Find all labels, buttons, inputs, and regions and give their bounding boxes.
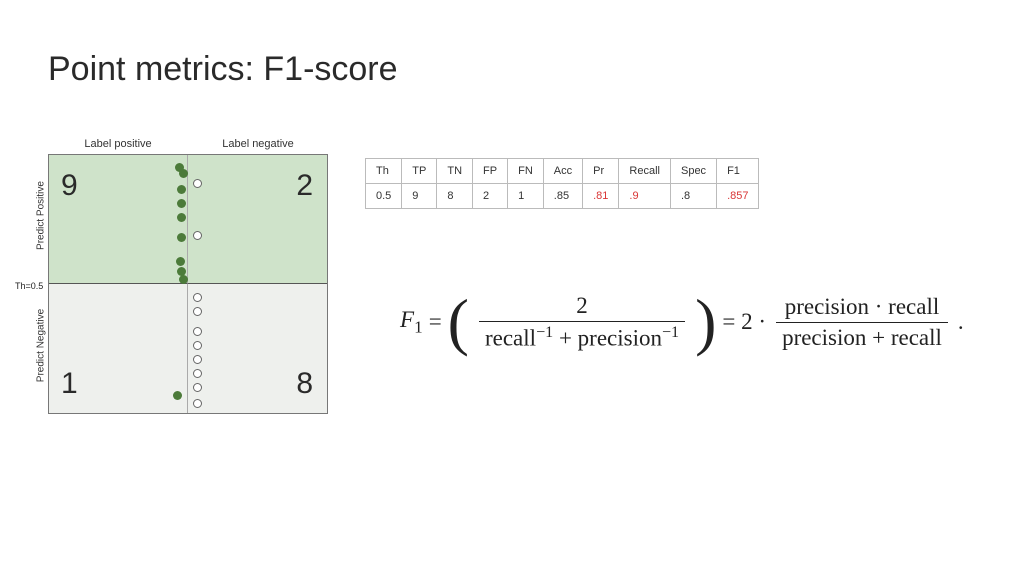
formula-eq2: = 2 · [722, 309, 766, 335]
metrics-table: Th TP TN FP FN Acc Pr Recall Spec F1 0.5… [365, 158, 759, 209]
count-fp: 2 [296, 169, 313, 203]
table-row: 0.5 9 8 2 1 .85 .81 .9 .8 .857 [366, 184, 759, 209]
page-title: Point metrics: F1-score [48, 50, 398, 89]
cell-f1: .857 [717, 184, 759, 209]
dot-pos [177, 213, 186, 222]
col-tn: TN [437, 159, 473, 184]
dot-neg [193, 231, 202, 240]
dot-neg [193, 399, 202, 408]
cell-tn: 8 [437, 184, 473, 209]
dot-neg [193, 327, 202, 336]
col-f1: F1 [717, 159, 759, 184]
dot-neg [193, 307, 202, 316]
frac2-num: precision · recall [779, 294, 946, 322]
label-negative: Label negative [188, 138, 328, 150]
dot-neg [193, 179, 202, 188]
dot-pos [179, 275, 188, 284]
cell-tp: 9 [402, 184, 437, 209]
label-positive: Label positive [48, 138, 188, 150]
col-fp: FP [473, 159, 508, 184]
cell-fp: 2 [473, 184, 508, 209]
paren-open-icon: ( [448, 290, 469, 354]
threshold-label: Th=0.5 [15, 281, 43, 291]
cell-th: 0.5 [366, 184, 402, 209]
label-predict-negative: Predict Negative [36, 296, 47, 396]
count-tn: 8 [296, 367, 313, 401]
dot-neg [193, 355, 202, 364]
f1-formula: F1 = ( 2 recall−1 + precision−1 ) = 2 · … [400, 290, 964, 354]
dot-pos [177, 233, 186, 242]
formula-eq1: = [429, 309, 442, 335]
dot-neg [193, 369, 202, 378]
col-fn: FN [508, 159, 544, 184]
cell-acc: .85 [543, 184, 582, 209]
col-th: Th [366, 159, 402, 184]
frac1-den: recall−1 + precision−1 [479, 321, 685, 352]
count-tp: 9 [61, 169, 78, 203]
dot-neg [193, 341, 202, 350]
cell-spec: .8 [670, 184, 716, 209]
formula-lhs: F1 [400, 307, 423, 338]
formula-fraction-2: precision · recall precision + recall [776, 294, 948, 351]
cell-recall: .9 [619, 184, 671, 209]
dot-pos [177, 185, 186, 194]
dot-neg [193, 293, 202, 302]
cell-fn: 1 [508, 184, 544, 209]
confusion-matrix: Label positive Label negative 9 2 1 8 Pr… [48, 138, 328, 414]
dot-pos [176, 257, 185, 266]
cm-box: 9 2 1 8 Predict Positive Predict Negativ… [48, 154, 328, 414]
count-fn: 1 [61, 367, 78, 401]
col-pr: Pr [583, 159, 619, 184]
table-header-row: Th TP TN FP FN Acc Pr Recall Spec F1 [366, 159, 759, 184]
frac1-num: 2 [570, 293, 594, 321]
col-spec: Spec [670, 159, 716, 184]
dot-pos [179, 169, 188, 178]
col-acc: Acc [543, 159, 582, 184]
frac2-den: precision + recall [776, 322, 948, 351]
col-recall: Recall [619, 159, 671, 184]
label-predict-positive: Predict Positive [36, 166, 47, 266]
formula-fraction-1: 2 recall−1 + precision−1 [479, 293, 685, 352]
dot-pos [177, 199, 186, 208]
cm-column-labels: Label positive Label negative [48, 138, 328, 150]
dot-pos [173, 391, 182, 400]
col-tp: TP [402, 159, 437, 184]
formula-period: . [958, 309, 964, 335]
paren-close-icon: ) [695, 290, 716, 354]
cell-pr: .81 [583, 184, 619, 209]
dot-neg [193, 383, 202, 392]
